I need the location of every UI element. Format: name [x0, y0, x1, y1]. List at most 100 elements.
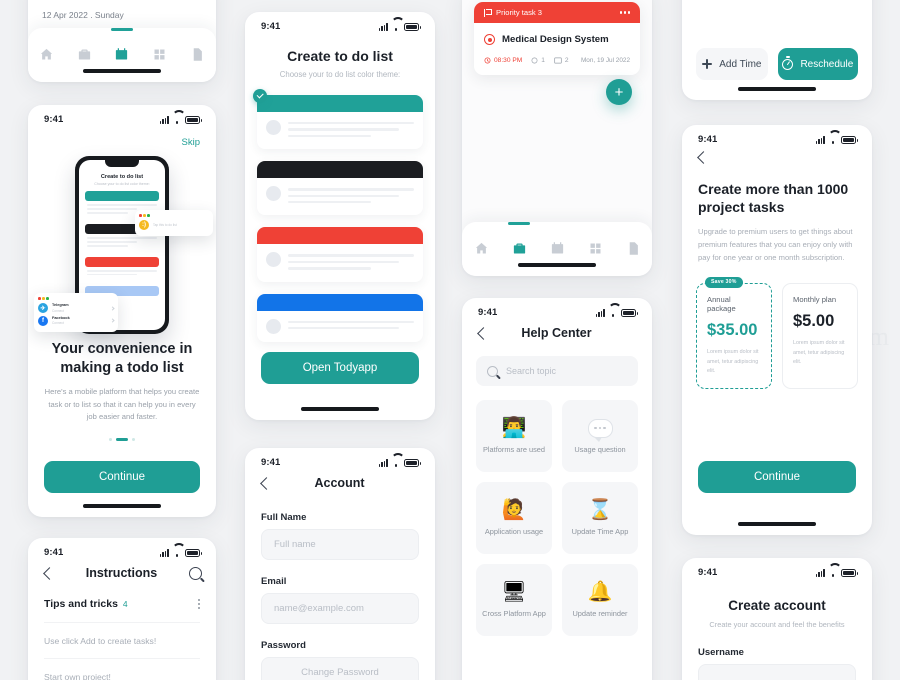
skip-button[interactable]: Skip — [28, 127, 216, 148]
page-title: Create to do list — [287, 48, 393, 64]
avatar — [266, 186, 281, 202]
help-tile-update-time[interactable]: ⌛ Update Time App — [562, 482, 638, 554]
task-attachments-count: 2 — [564, 57, 569, 64]
tab-briefcase[interactable] — [505, 222, 533, 260]
tips-header: Tips and tricks 4 — [28, 588, 216, 610]
email-field[interactable]: name@example.com — [261, 593, 419, 624]
create-account-form: Username — [682, 629, 872, 680]
premium-title: Create more than 1000 project tasks — [698, 181, 849, 216]
avatar — [266, 120, 281, 135]
theme-option-red[interactable] — [257, 227, 423, 282]
grid-icon — [154, 49, 165, 59]
plan-annual[interactable]: Save 30% Annual package $35.00 Lorem ips… — [696, 277, 772, 390]
theme-option-black[interactable] — [257, 161, 423, 216]
screen-calendar: 12 Apr 2022 . Sunday — [28, 0, 216, 82]
tab-home[interactable] — [467, 236, 495, 260]
task-card[interactable]: Priority task 3 Medical Design System 08… — [474, 2, 640, 75]
home-indicator — [83, 69, 161, 73]
social-row-facebook[interactable]: f Facebook Connect — [38, 315, 115, 326]
tab-document[interactable] — [183, 42, 211, 66]
page-subtitle: Create your account and feel the benefit… — [709, 620, 845, 629]
social-row-telegram[interactable]: ✈ Telegram Connect — [38, 303, 115, 313]
tab-grid[interactable] — [146, 42, 174, 66]
reschedule-button[interactable]: Reschedule — [777, 48, 858, 80]
more-options-icon[interactable] — [197, 599, 200, 609]
help-tile-update-reminder[interactable]: 🔔 Update reminder — [562, 564, 638, 636]
more-options-icon[interactable] — [619, 11, 630, 14]
theme-color-bar — [257, 95, 423, 112]
plus-icon — [702, 59, 713, 69]
continue-button[interactable]: Continue — [44, 461, 200, 494]
open-todyapp-button[interactable]: Open Todyapp — [261, 352, 419, 384]
battery-icon — [185, 548, 202, 557]
page-title: Account — [314, 476, 365, 490]
status-icons — [159, 115, 202, 124]
help-tile-usage-question[interactable]: Usage question — [562, 400, 638, 472]
screen-theme-chooser: 9:41 Create to do list Choose your to do… — [245, 12, 435, 420]
screen-onboarding: 9:41 Skip Create to do list Choose your … — [28, 105, 216, 517]
calendar-icon — [551, 241, 563, 253]
theme-preview — [257, 178, 423, 215]
tab-document[interactable] — [619, 236, 647, 260]
tab-home[interactable] — [33, 42, 61, 66]
tabbar-calendar — [28, 28, 216, 82]
signal-icon — [159, 116, 169, 124]
wifi-icon — [391, 459, 401, 467]
plan-monthly[interactable]: Monthly plan $5.00 Lorem ipsum dolor sit… — [782, 283, 858, 390]
flag-icon — [484, 8, 492, 17]
task-title-row: Medical Design System — [474, 23, 640, 45]
full-name-label: Full Name — [261, 512, 307, 523]
add-time-button[interactable]: Add Time — [696, 48, 768, 80]
wifi-icon — [172, 116, 182, 124]
theme-preview — [257, 112, 423, 149]
plan-name: Monthly plan — [793, 295, 837, 305]
screens-board: m 12 Apr 2022 . Sunday 9:41 Skip Create … — [0, 0, 900, 680]
battery-icon — [185, 115, 202, 124]
help-tile-label: Update reminder — [572, 609, 628, 618]
save-badge: Save 30% — [705, 277, 743, 288]
tips-label: Tips and tricks — [44, 598, 118, 610]
task-comments-count: 1 — [541, 57, 545, 64]
mock-theme-red — [85, 256, 159, 267]
signal-icon — [159, 549, 169, 557]
raising-hand-icon: 🙋 — [501, 499, 527, 521]
help-tile-platforms[interactable]: 👨‍💻 Platforms are used — [476, 400, 552, 472]
radio-icon[interactable] — [484, 34, 495, 45]
status-time: 9:41 — [261, 21, 281, 32]
full-name-field[interactable]: Full name — [261, 529, 419, 560]
theme-option-teal[interactable] — [253, 89, 423, 150]
back-icon[interactable] — [697, 151, 710, 164]
tab-calendar[interactable] — [108, 28, 136, 66]
search-icon — [487, 365, 498, 377]
email-label: Email — [261, 576, 287, 587]
help-tile-application-usage[interactable]: 🙋 Application usage — [476, 482, 552, 554]
window-dots — [139, 214, 209, 217]
list-item[interactable]: Start own project! — [28, 659, 216, 680]
change-password-button[interactable]: Change Password — [261, 657, 419, 680]
mock-lines — [85, 234, 159, 252]
continue-button[interactable]: Continue — [698, 461, 856, 493]
pager-dots — [28, 437, 216, 442]
username-field[interactable] — [698, 664, 856, 680]
home-indicator — [83, 504, 161, 508]
screen-task-detail: Priority task 3 Medical Design System 08… — [462, 0, 652, 276]
add-task-fab[interactable]: + — [606, 79, 632, 105]
status-time: 9:41 — [261, 457, 281, 468]
speech-bubble-icon — [587, 418, 613, 442]
status-time: 9:41 — [44, 547, 64, 558]
comment-icon — [531, 57, 538, 64]
stopwatch-icon — [782, 56, 794, 70]
status-time: 9:41 — [44, 114, 64, 125]
search-input[interactable]: Search topic — [476, 356, 638, 386]
tab-briefcase[interactable] — [70, 42, 98, 66]
briefcase-icon — [513, 243, 525, 253]
bell-icon: 🔔 — [587, 581, 613, 603]
mock-subtitle: Choose your to do list color theme: — [94, 182, 150, 186]
theme-option-blue[interactable] — [257, 293, 423, 342]
tab-grid[interactable] — [581, 236, 609, 260]
tab-calendar[interactable] — [543, 236, 571, 260]
list-item[interactable]: Use click Add to create tasks! — [28, 623, 216, 646]
page-title: Help Center — [521, 326, 592, 340]
help-tile-cross-platform[interactable]: 🖥 Cross Platform App — [476, 564, 552, 636]
search-icon[interactable] — [189, 566, 202, 580]
